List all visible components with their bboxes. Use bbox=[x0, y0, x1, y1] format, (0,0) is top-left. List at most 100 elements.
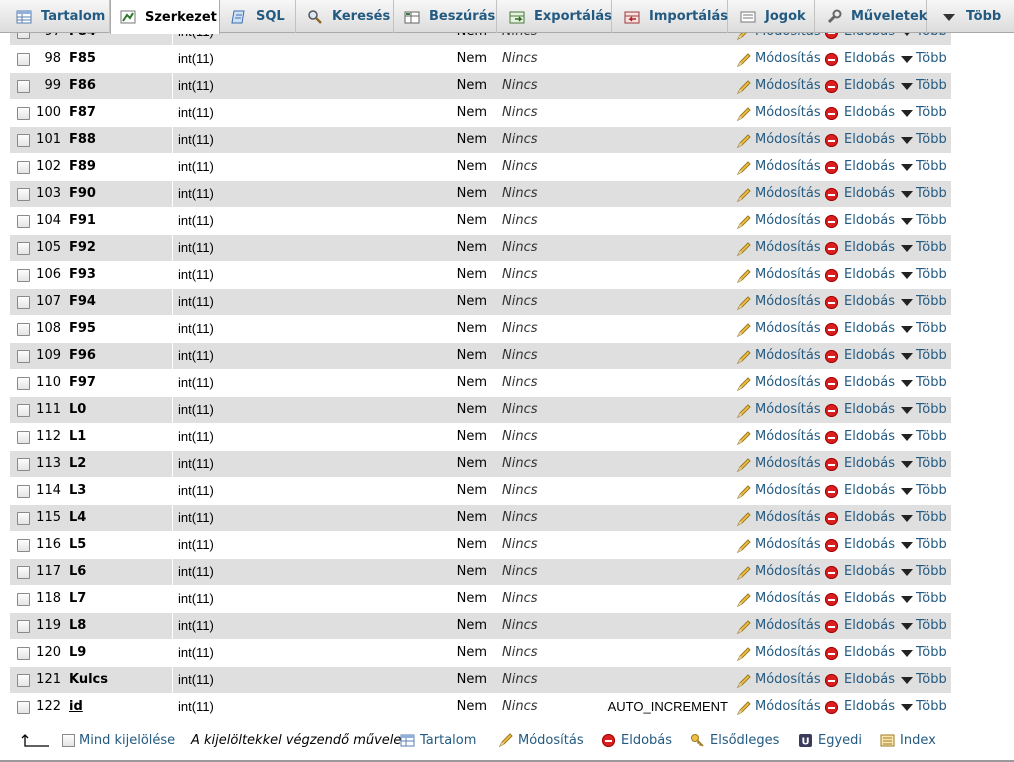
row-checkbox[interactable] bbox=[17, 215, 30, 228]
tab-import[interactable]: Importálás bbox=[612, 0, 728, 33]
modify-button[interactable]: Módosítás bbox=[736, 316, 821, 342]
more-button[interactable]: Több bbox=[901, 397, 947, 423]
row-checkbox[interactable] bbox=[17, 566, 30, 579]
row-checkbox[interactable] bbox=[17, 161, 30, 174]
more-button[interactable]: Több bbox=[901, 559, 947, 585]
bulk-index-button[interactable]: Index bbox=[880, 733, 936, 748]
more-button[interactable]: Több bbox=[901, 235, 947, 261]
more-button[interactable]: Több bbox=[901, 289, 947, 315]
drop-button[interactable]: Eldobás bbox=[825, 478, 895, 504]
modify-button[interactable]: Módosítás bbox=[736, 262, 821, 288]
modify-button[interactable]: Módosítás bbox=[736, 73, 821, 99]
drop-button[interactable]: Eldobás bbox=[825, 235, 895, 261]
drop-button[interactable]: Eldobás bbox=[825, 640, 895, 666]
row-checkbox[interactable] bbox=[17, 242, 30, 255]
drop-button[interactable]: Eldobás bbox=[825, 73, 895, 99]
more-button[interactable]: Több bbox=[901, 370, 947, 396]
more-button[interactable]: Több bbox=[901, 532, 947, 558]
drop-button[interactable]: Eldobás bbox=[825, 46, 895, 72]
more-button[interactable]: Több bbox=[901, 316, 947, 342]
tab-search[interactable]: Keresés bbox=[296, 0, 394, 33]
drop-button[interactable]: Eldobás bbox=[825, 127, 895, 153]
drop-button[interactable]: Eldobás bbox=[825, 100, 895, 126]
drop-button[interactable]: Eldobás bbox=[825, 289, 895, 315]
more-button[interactable]: Több bbox=[901, 613, 947, 639]
modify-button[interactable]: Módosítás bbox=[736, 532, 821, 558]
more-button[interactable]: Több bbox=[901, 694, 947, 720]
bulk-primary-button[interactable]: Elsődleges bbox=[690, 733, 779, 748]
more-button[interactable]: Több bbox=[901, 73, 947, 99]
modify-button[interactable]: Módosítás bbox=[736, 505, 821, 531]
bulk-drop-button[interactable]: Eldobás bbox=[602, 733, 672, 748]
drop-button[interactable]: Eldobás bbox=[825, 343, 895, 369]
more-button[interactable]: Több bbox=[901, 181, 947, 207]
drop-button[interactable]: Eldobás bbox=[825, 208, 895, 234]
drop-button[interactable]: Eldobás bbox=[825, 559, 895, 585]
tab-sql[interactable]: SQL bbox=[220, 0, 296, 33]
tab-browse[interactable]: Tartalom bbox=[0, 0, 110, 33]
more-button[interactable]: Több bbox=[901, 100, 947, 126]
modify-button[interactable]: Módosítás bbox=[736, 586, 821, 612]
modify-button[interactable]: Módosítás bbox=[736, 397, 821, 423]
modify-button[interactable]: Módosítás bbox=[736, 235, 821, 261]
row-checkbox[interactable] bbox=[17, 350, 30, 363]
select-all-checkbox-group[interactable]: Mind kijelölése bbox=[62, 733, 175, 748]
modify-button[interactable]: Módosítás bbox=[736, 46, 821, 72]
drop-button[interactable]: Eldobás bbox=[825, 181, 895, 207]
more-button[interactable]: Több bbox=[901, 667, 947, 693]
row-checkbox[interactable] bbox=[17, 593, 30, 606]
drop-button[interactable]: Eldobás bbox=[825, 370, 895, 396]
modify-button[interactable]: Módosítás bbox=[736, 127, 821, 153]
row-checkbox[interactable] bbox=[17, 53, 30, 66]
drop-button[interactable]: Eldobás bbox=[825, 154, 895, 180]
row-checkbox[interactable] bbox=[17, 107, 30, 120]
row-checkbox[interactable] bbox=[17, 458, 30, 471]
row-checkbox[interactable] bbox=[17, 134, 30, 147]
modify-button[interactable]: Módosítás bbox=[736, 640, 821, 666]
row-checkbox[interactable] bbox=[17, 674, 30, 687]
more-button[interactable]: Több bbox=[901, 154, 947, 180]
modify-button[interactable]: Módosítás bbox=[736, 667, 821, 693]
row-checkbox[interactable] bbox=[17, 620, 30, 633]
more-button[interactable]: Több bbox=[901, 505, 947, 531]
drop-button[interactable]: Eldobás bbox=[825, 451, 895, 477]
tab-privileges[interactable]: Jogok bbox=[728, 0, 815, 33]
modify-button[interactable]: Módosítás bbox=[736, 100, 821, 126]
drop-button[interactable]: Eldobás bbox=[825, 586, 895, 612]
modify-button[interactable]: Módosítás bbox=[736, 559, 821, 585]
row-checkbox[interactable] bbox=[17, 296, 30, 309]
modify-button[interactable]: Módosítás bbox=[736, 208, 821, 234]
tab-insert[interactable]: Beszúrás bbox=[394, 0, 497, 33]
row-checkbox[interactable] bbox=[17, 80, 30, 93]
drop-button[interactable]: Eldobás bbox=[825, 667, 895, 693]
modify-button[interactable]: Módosítás bbox=[736, 289, 821, 315]
modify-button[interactable]: Módosítás bbox=[736, 451, 821, 477]
select-all-label[interactable]: Mind kijelölése bbox=[79, 733, 175, 748]
drop-button[interactable]: Eldobás bbox=[825, 613, 895, 639]
modify-button[interactable]: Módosítás bbox=[736, 694, 821, 720]
drop-button[interactable]: Eldobás bbox=[825, 424, 895, 450]
more-button[interactable]: Több bbox=[901, 451, 947, 477]
row-checkbox[interactable] bbox=[17, 377, 30, 390]
more-button[interactable]: Több bbox=[901, 262, 947, 288]
select-all-checkbox[interactable] bbox=[62, 734, 75, 747]
more-button[interactable]: Több bbox=[901, 586, 947, 612]
modify-button[interactable]: Módosítás bbox=[736, 154, 821, 180]
bulk-browse-button[interactable]: Tartalom bbox=[400, 733, 476, 748]
modify-button[interactable]: Módosítás bbox=[736, 424, 821, 450]
row-checkbox[interactable] bbox=[17, 269, 30, 282]
more-button[interactable]: Több bbox=[901, 343, 947, 369]
more-button[interactable]: Több bbox=[901, 478, 947, 504]
modify-button[interactable]: Módosítás bbox=[736, 613, 821, 639]
row-checkbox[interactable] bbox=[17, 701, 30, 714]
more-button[interactable]: Több bbox=[901, 127, 947, 153]
modify-button[interactable]: Módosítás bbox=[736, 343, 821, 369]
row-checkbox[interactable] bbox=[17, 485, 30, 498]
bulk-modify-button[interactable]: Módosítás bbox=[498, 733, 584, 748]
tab-more[interactable]: Több bbox=[927, 0, 1014, 33]
modify-button[interactable]: Módosítás bbox=[736, 478, 821, 504]
tab-export[interactable]: Exportálás bbox=[497, 0, 612, 33]
tab-structure[interactable]: Szerkezet bbox=[110, 0, 220, 34]
row-checkbox[interactable] bbox=[17, 431, 30, 444]
drop-button[interactable]: Eldobás bbox=[825, 397, 895, 423]
